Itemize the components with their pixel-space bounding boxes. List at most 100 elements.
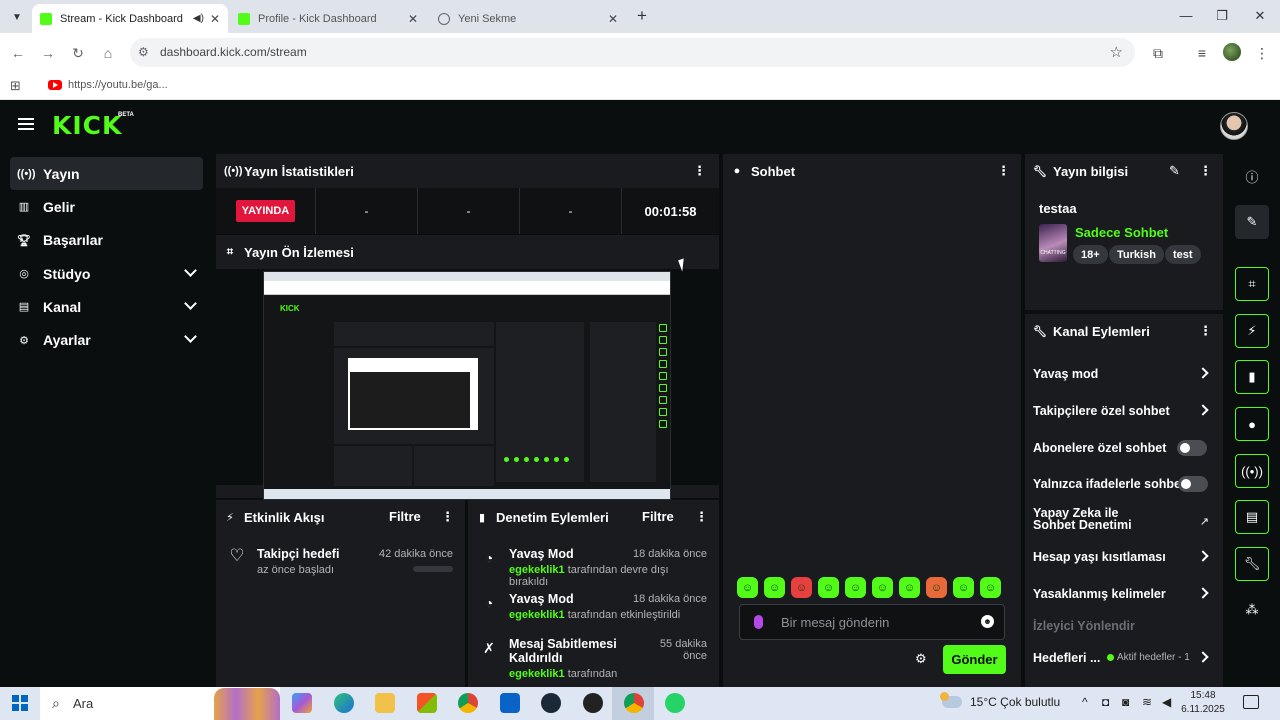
maximize-icon[interactable]: ❐ <box>1210 6 1234 26</box>
apps-grid-icon[interactable]: ⊞ <box>10 78 21 94</box>
speaker-icon[interactable]: ◀) <box>193 13 204 24</box>
channel-actions-toggle-icon[interactable]: ▤ <box>1235 500 1269 534</box>
emote-icon[interactable]: ☺ <box>953 577 974 598</box>
preview-video[interactable]: KICK <box>263 271 671 500</box>
chevron-down-icon[interactable] <box>184 264 197 277</box>
tab-profile[interactable]: Profile - Kick Dashboard ✕ <box>230 4 426 33</box>
chat-input[interactable]: Bir mesaj gönderin ☻ <box>739 604 1005 640</box>
feed-user[interactable]: egekeklik1 <box>509 609 565 621</box>
browser-profile-avatar[interactable] <box>1223 43 1241 61</box>
kick-logo[interactable]: KICK <box>52 111 122 140</box>
notification-icon[interactable] <box>1243 695 1259 709</box>
bookmark-star-icon[interactable]: ☆ <box>1110 43 1123 61</box>
more-options-icon[interactable]: ⋮ <box>1199 324 1212 338</box>
info-icon[interactable]: ⓘ <box>1235 159 1269 193</box>
emote-icon[interactable]: ☺ <box>791 577 812 598</box>
tray-chevron-icon[interactable]: ^ <box>1082 695 1088 709</box>
close-tab-icon[interactable]: ✕ <box>210 12 220 26</box>
sidebar-item-kanal[interactable]: ▤ Kanal <box>10 290 203 323</box>
emote-icon[interactable]: ☺ <box>764 577 785 598</box>
more-options-icon[interactable]: ⋮ <box>693 164 706 178</box>
emote-icon[interactable]: ☺ <box>845 577 866 598</box>
activity-toggle-icon[interactable]: ⚡︎ <box>1235 314 1269 348</box>
steam-icon[interactable] <box>541 693 561 713</box>
action-slow-mode[interactable]: Yavaş mod <box>1033 367 1213 381</box>
more-options-icon[interactable]: ⋮ <box>997 164 1010 178</box>
menu-icon[interactable] <box>18 118 34 130</box>
sidebar-item-gelir[interactable]: ▥ Gelir <box>10 190 203 223</box>
media-control-icon[interactable]: ≡ <box>1192 43 1212 63</box>
feed-user[interactable]: egekeklik1 <box>509 564 565 576</box>
volume-icon[interactable]: ◀ <box>1162 695 1171 709</box>
weather-widget[interactable]: 15°C Çok bulutlu <box>940 692 1060 709</box>
sidebar-item-yayin[interactable]: ((•)) Yayın <box>10 157 203 191</box>
reload-icon[interactable]: ↻ <box>68 43 88 63</box>
chrome-icon[interactable] <box>624 693 644 713</box>
edge-icon[interactable] <box>334 693 354 713</box>
emote-icon[interactable]: ☺ <box>818 577 839 598</box>
taskbar-clock[interactable]: 15:48 6.11.2025 <box>1180 689 1226 717</box>
home-icon[interactable]: ⌂ <box>98 43 118 63</box>
add-widget-icon[interactable]: ⁂ <box>1235 593 1269 627</box>
file-explorer-icon[interactable] <box>375 693 395 713</box>
action-ai-moderation[interactable]: Yapay Zeka ile Sohbet Denetimi <box>1033 507 1163 532</box>
back-icon[interactable]: ← <box>8 43 28 63</box>
emoji-icon[interactable]: ☻ <box>981 615 994 628</box>
chevron-down-icon[interactable] <box>184 330 197 344</box>
close-tab-icon[interactable]: ✕ <box>408 12 418 26</box>
browser-menu-icon[interactable]: ⋮ <box>1252 43 1272 63</box>
close-tab-icon[interactable]: ✕ <box>608 12 618 26</box>
taskbar-search[interactable]: ⌕ Ara <box>40 687 280 720</box>
obs-icon[interactable] <box>583 693 603 713</box>
emote-icon[interactable]: ☺ <box>872 577 893 598</box>
windows-start-icon[interactable] <box>12 695 28 711</box>
outlook-icon[interactable] <box>500 693 520 713</box>
site-info-icon[interactable]: ⚙ <box>138 45 149 59</box>
tab-new[interactable]: Yeni Sekme ✕ <box>430 4 626 33</box>
user-avatar[interactable] <box>1220 112 1248 140</box>
minimize-icon[interactable]: — <box>1174 6 1198 26</box>
emote-icon[interactable]: ☺ <box>899 577 920 598</box>
emote-icon[interactable]: ☺ <box>737 577 758 598</box>
filter-button[interactable]: Filtre <box>642 509 674 524</box>
external-link-icon[interactable]: ↗ <box>1200 515 1209 528</box>
tab-search-icon[interactable]: ▼ <box>6 6 28 28</box>
chrome-icon[interactable] <box>458 693 478 713</box>
chat-settings-icon[interactable]: ⚙ <box>915 651 927 667</box>
filter-button[interactable]: Filtre <box>389 509 421 524</box>
subscribers-only-toggle[interactable] <box>1177 440 1207 456</box>
bookmark-youtube[interactable]: https://youtu.be/ga... <box>48 79 168 91</box>
category-link[interactable]: Sadece Sohbet <box>1075 225 1168 240</box>
preview-toggle-icon[interactable]: ⌗ <box>1235 267 1269 301</box>
moderation-toggle-icon[interactable]: ▮ <box>1235 360 1269 394</box>
sidebar-item-basarilar[interactable]: 🏆︎ Başarılar <box>10 224 203 257</box>
feed-user[interactable]: egekeklik1 <box>509 668 565 680</box>
edit-layout-icon[interactable]: ✎ <box>1235 205 1269 239</box>
action-followers-only[interactable]: Takipçilere özel sohbet <box>1033 404 1213 418</box>
action-account-age[interactable]: Hesap yaşı kısıtlaması <box>1033 550 1213 564</box>
sidebar-item-ayarlar[interactable]: ⚙ Ayarlar <box>10 323 203 356</box>
copilot-icon[interactable] <box>292 693 312 713</box>
more-options-icon[interactable]: ⋮ <box>695 510 708 524</box>
sidebar-item-studyo[interactable]: ◎ Stüdyo <box>10 257 203 290</box>
chat-toggle-icon[interactable]: ● <box>1235 407 1269 441</box>
emotes-only-toggle[interactable] <box>1178 476 1208 492</box>
store-icon[interactable] <box>417 693 437 713</box>
whatsapp-icon[interactable] <box>665 693 685 713</box>
emote-icon[interactable]: ☺ <box>980 577 1001 598</box>
microphone-icon[interactable] <box>754 615 763 629</box>
emote-icon[interactable]: ☺ <box>926 577 947 598</box>
stats-toggle-icon[interactable]: ((•)) <box>1235 454 1269 488</box>
chevron-down-icon[interactable] <box>184 297 197 311</box>
tab-stream[interactable]: Stream - Kick Dashboard ◀) ✕ <box>32 4 228 33</box>
forward-icon[interactable]: → <box>38 43 58 63</box>
more-options-icon[interactable]: ⋮ <box>1199 164 1212 178</box>
stream-info-toggle-icon[interactable]: 🔧︎ <box>1235 547 1269 581</box>
action-banned-words[interactable]: Yasaklanmış kelimeler <box>1033 587 1213 601</box>
new-tab-button[interactable]: + <box>632 6 652 26</box>
more-options-icon[interactable]: ⋮ <box>441 510 454 524</box>
wifi-icon[interactable]: ≋ <box>1142 695 1152 709</box>
edit-icon[interactable]: ✎ <box>1169 164 1180 178</box>
close-window-icon[interactable]: ✕ <box>1248 6 1272 26</box>
action-goals[interactable]: Hedefleri ... Aktif hedefler - 1 <box>1033 651 1213 665</box>
